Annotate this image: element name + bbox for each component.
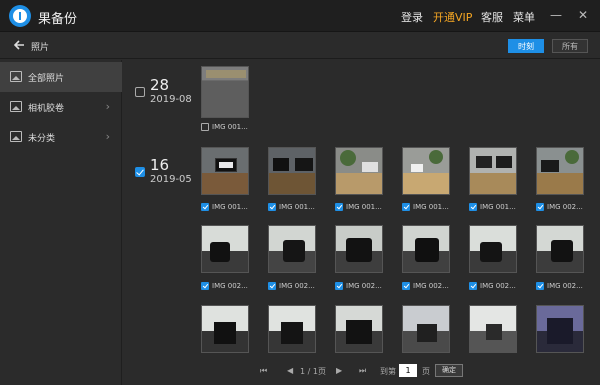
photo-thumbnail[interactable] — [201, 225, 249, 273]
photo-caption[interactable]: IMG 001... — [201, 123, 248, 131]
photo-thumbnail[interactable] — [268, 305, 316, 353]
sub-header: 照片 时刻 所有 — [0, 32, 600, 59]
photo-thumbnail[interactable] — [201, 66, 249, 118]
goto-label: 到第 — [380, 367, 396, 376]
sidebar-item-label: 全部照片 — [28, 74, 65, 84]
page-title: 照片 — [31, 43, 50, 53]
chevron-right-icon: › — [105, 130, 110, 143]
back-arrow-icon[interactable] — [12, 38, 26, 52]
group-day: 28 — [150, 76, 170, 94]
scrollbar[interactable] — [594, 60, 600, 385]
photo-thumbnail[interactable] — [536, 225, 584, 273]
pagination: ⏮ ◀ 1 / 1页 ▶ ⏭ 到第 1 页 确定 — [123, 361, 600, 385]
service-link[interactable]: 客服 — [481, 9, 503, 25]
photo-caption[interactable]: IMG 002... — [201, 282, 248, 290]
next-page-icon[interactable]: ▶ — [336, 366, 342, 375]
prev-page-icon[interactable]: ◀ — [287, 366, 293, 375]
app-logo-icon — [9, 5, 31, 27]
sidebar-item-label: 相机胶卷 — [28, 104, 65, 114]
photo-checkbox[interactable] — [268, 203, 276, 211]
group-checkbox[interactable] — [135, 167, 145, 177]
photo-thumbnail[interactable] — [469, 305, 517, 353]
photo-thumbnail[interactable] — [402, 147, 450, 195]
title-bar: 果备份 登录 开通VIP 客服 菜单 — ✕ — [0, 0, 600, 32]
photo-caption[interactable]: IMG 001... — [402, 203, 449, 211]
photo-checkbox[interactable] — [201, 203, 209, 211]
photo-icon — [10, 131, 22, 142]
photo-thumbnail[interactable] — [268, 225, 316, 273]
photo-thumbnail[interactable] — [536, 305, 584, 353]
sidebar-item-label: 未分类 — [28, 134, 56, 144]
page-indicator: 1 / 1页 — [300, 367, 326, 376]
photo-thumbnail[interactable] — [536, 147, 584, 195]
group-day: 16 — [150, 156, 170, 174]
sidebar-item-uncategorized[interactable]: 未分类 › — [0, 122, 122, 152]
photo-thumbnail[interactable] — [201, 305, 249, 353]
photo-checkbox[interactable] — [536, 282, 544, 290]
photo-caption[interactable]: IMG 002... — [268, 282, 315, 290]
sidebar-item-all-photos[interactable]: 全部照片 — [0, 62, 122, 92]
first-page-icon[interactable]: ⏮ — [260, 366, 267, 376]
sidebar-item-camera-roll[interactable]: 相机胶卷 › — [0, 92, 122, 122]
photo-checkbox[interactable] — [402, 282, 410, 290]
photo-caption[interactable]: IMG 002... — [536, 203, 583, 211]
photo-checkbox[interactable] — [268, 282, 276, 290]
photo-icon — [10, 71, 22, 82]
group-checkbox[interactable] — [135, 87, 145, 97]
photo-checkbox[interactable] — [469, 282, 477, 290]
app-title: 果备份 — [38, 12, 78, 27]
photo-caption[interactable]: IMG 001... — [201, 203, 248, 211]
photo-thumbnail[interactable] — [335, 147, 383, 195]
photo-caption[interactable]: IMG 002... — [469, 282, 516, 290]
photo-thumbnail[interactable] — [335, 225, 383, 273]
tab-all[interactable]: 所有 — [552, 39, 588, 53]
minimize-icon[interactable]: — — [549, 8, 563, 22]
photo-checkbox[interactable] — [469, 203, 477, 211]
chevron-right-icon: › — [105, 100, 110, 113]
page-unit-label: 页 — [422, 367, 430, 376]
tab-time[interactable]: 时刻 — [508, 39, 544, 53]
photo-thumbnail[interactable] — [268, 147, 316, 195]
photo-caption[interactable]: IMG 002... — [335, 282, 382, 290]
photo-icon — [10, 101, 22, 112]
photo-checkbox[interactable] — [335, 282, 343, 290]
photo-checkbox[interactable] — [201, 123, 209, 131]
close-icon[interactable]: ✕ — [576, 8, 590, 22]
photo-thumbnail[interactable] — [469, 147, 517, 195]
confirm-button[interactable]: 确定 — [435, 364, 463, 377]
login-link[interactable]: 登录 — [401, 9, 423, 25]
photo-grid: 28 2019-08 IMG 001... 16 2019-05 IMG 001… — [123, 60, 600, 385]
photo-thumbnail[interactable] — [469, 225, 517, 273]
photo-caption[interactable]: IMG 001... — [469, 203, 516, 211]
photo-thumbnail[interactable] — [201, 147, 249, 195]
group-month: 2019-05 — [150, 174, 192, 185]
photo-checkbox[interactable] — [201, 282, 209, 290]
photo-caption[interactable]: IMG 001... — [268, 203, 315, 211]
photo-checkbox[interactable] — [402, 203, 410, 211]
photo-thumbnail[interactable] — [402, 225, 450, 273]
photo-checkbox[interactable] — [335, 203, 343, 211]
photo-thumbnail[interactable] — [335, 305, 383, 353]
sidebar: 全部照片 相机胶卷 › 未分类 › — [0, 60, 122, 385]
photo-caption[interactable]: IMG 001... — [335, 203, 382, 211]
last-page-icon[interactable]: ⏭ — [359, 366, 366, 376]
photo-caption[interactable]: IMG 002... — [402, 282, 449, 290]
page-number-input[interactable]: 1 — [399, 364, 417, 377]
menu-link[interactable]: 菜单 — [513, 9, 535, 25]
photo-checkbox[interactable] — [536, 203, 544, 211]
photo-caption[interactable]: IMG 002... — [536, 282, 583, 290]
photo-thumbnail[interactable] — [402, 305, 450, 353]
group-month: 2019-08 — [150, 94, 192, 105]
app-window: 果备份 登录 开通VIP 客服 菜单 — ✕ 照片 时刻 所有 全部照片 相机胶… — [0, 0, 600, 385]
vip-link[interactable]: 开通VIP — [433, 9, 472, 25]
